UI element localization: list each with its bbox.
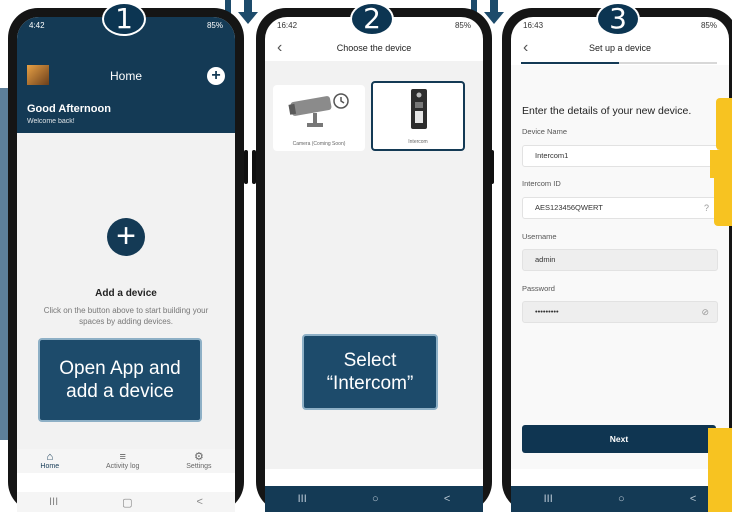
- form-instructions: Enter the details of your new device.: [522, 105, 692, 117]
- callout-open-app: Open App and add a device: [38, 338, 202, 422]
- status-battery: 85%: [206, 21, 223, 30]
- system-nav-bar: III ○ <: [265, 486, 483, 512]
- home-system-button[interactable]: ○: [372, 493, 379, 505]
- phone-home: 4:42 85% Home + Good Afternoon Welcome b…: [8, 8, 244, 512]
- accent-tab: [716, 98, 732, 150]
- field-value: •••••••••: [535, 307, 559, 316]
- status-battery: 85%: [454, 21, 471, 30]
- accent-tab: [710, 150, 732, 178]
- page-header: ‹ Set up a device: [511, 35, 729, 65]
- intercom-icon: [411, 89, 427, 129]
- add-device-button[interactable]: +: [107, 218, 145, 256]
- callout-line: add a device: [66, 381, 174, 402]
- nav-label: Activity log: [105, 463, 140, 470]
- device-card-intercom[interactable]: Intercom: [371, 81, 465, 151]
- recent-apps-button[interactable]: III: [544, 493, 553, 505]
- status-time: 16:43: [523, 21, 544, 30]
- password-label: Password: [522, 284, 555, 293]
- status-time: 4:42: [29, 21, 45, 30]
- eye-off-icon[interactable]: ⊘: [701, 302, 709, 322]
- side-button: [490, 150, 494, 184]
- system-nav-bar: III ▢ <: [17, 492, 235, 512]
- phone-choose-device: 16:42 85% ‹ Choose the device Camera (Co…: [256, 8, 492, 512]
- device-name-input[interactable]: Intercom1: [522, 145, 718, 167]
- system-nav-bar: III ○ <: [511, 486, 729, 512]
- greeting-text: Good Afternoon: [27, 103, 111, 115]
- back-system-button[interactable]: <: [197, 496, 203, 508]
- field-value: Intercom1: [535, 151, 569, 160]
- device-label: Intercom: [408, 139, 428, 145]
- step-badge-2: 2: [350, 2, 394, 36]
- choose-device-screen: 16:42 85% ‹ Choose the device Camera (Co…: [265, 17, 483, 512]
- intercom-id-label: Intercom ID: [522, 179, 561, 188]
- add-device-description: Click on the button above to start build…: [43, 306, 209, 326]
- nav-item-activity-log[interactable]: ≡ Activity log: [106, 449, 139, 473]
- field-value: admin: [535, 255, 556, 264]
- device-form: Enter the details of your new device. De…: [511, 65, 729, 469]
- camera-icon: [288, 93, 349, 127]
- nav-label: Home: [40, 463, 60, 470]
- home-icon: ⌂: [46, 451, 54, 463]
- username-label: Username: [522, 232, 557, 241]
- status-time: 16:42: [277, 21, 298, 30]
- step-badge-3: 3: [596, 2, 640, 36]
- next-button[interactable]: Next: [522, 425, 716, 453]
- accent-tab: [714, 178, 732, 226]
- progress-fill: [521, 62, 619, 64]
- status-battery: 85%: [700, 21, 717, 30]
- activity-log-icon: ≡: [119, 451, 126, 463]
- intercom-id-input[interactable]: AES123456QWERT ?: [522, 197, 718, 219]
- phone-setup-device: 16:43 85% ‹ Set up a device Enter the de…: [502, 8, 732, 512]
- nav-item-home[interactable]: ⌂ Home: [40, 449, 59, 473]
- callout-select-intercom: Select “Intercom”: [302, 334, 438, 410]
- recent-apps-button[interactable]: III: [298, 493, 307, 505]
- setup-device-screen: 16:43 85% ‹ Set up a device Enter the de…: [511, 17, 729, 512]
- step-badge-1: 1: [102, 2, 146, 36]
- back-system-button[interactable]: <: [444, 493, 450, 505]
- password-input[interactable]: ••••••••• ⊘: [522, 301, 718, 323]
- page-title: Home: [109, 69, 142, 83]
- field-value: AES123456QWERT: [535, 203, 603, 212]
- nav-item-settings[interactable]: ⚙ Settings: [186, 449, 211, 473]
- plus-circle-icon[interactable]: +: [207, 67, 225, 85]
- device-card-camera[interactable]: Camera (Coming Soon): [273, 85, 365, 151]
- recent-apps-button[interactable]: III: [49, 496, 58, 508]
- callout-line: “Intercom”: [326, 373, 414, 394]
- home-system-button[interactable]: ○: [618, 493, 625, 505]
- page-title: Choose the device: [336, 43, 412, 53]
- help-icon[interactable]: ?: [704, 198, 709, 218]
- add-device-title: Add a device: [95, 288, 157, 299]
- side-button: [252, 150, 256, 184]
- home-screen: 4:42 85% Home + Good Afternoon Welcome b…: [17, 17, 235, 512]
- page-title: Set up a device: [588, 43, 652, 53]
- gear-icon: ⚙: [193, 451, 204, 463]
- username-input[interactable]: admin: [522, 249, 718, 271]
- home-system-button[interactable]: ▢: [122, 496, 132, 509]
- bottom-nav: ⌂ Home ≡ Activity log ⚙ Settings: [17, 449, 235, 473]
- back-system-button[interactable]: <: [690, 493, 696, 505]
- accent-tab: [708, 428, 732, 512]
- nav-label: Settings: [186, 463, 212, 470]
- device-name-label: Device Name: [522, 127, 568, 136]
- welcome-text: Welcome back!: [27, 118, 75, 125]
- side-button: [244, 150, 248, 184]
- device-label: Camera (Coming Soon): [292, 141, 346, 147]
- callout-line: Open App and: [59, 358, 181, 379]
- progress-bar: [521, 62, 717, 64]
- callout-line: Select: [343, 350, 397, 371]
